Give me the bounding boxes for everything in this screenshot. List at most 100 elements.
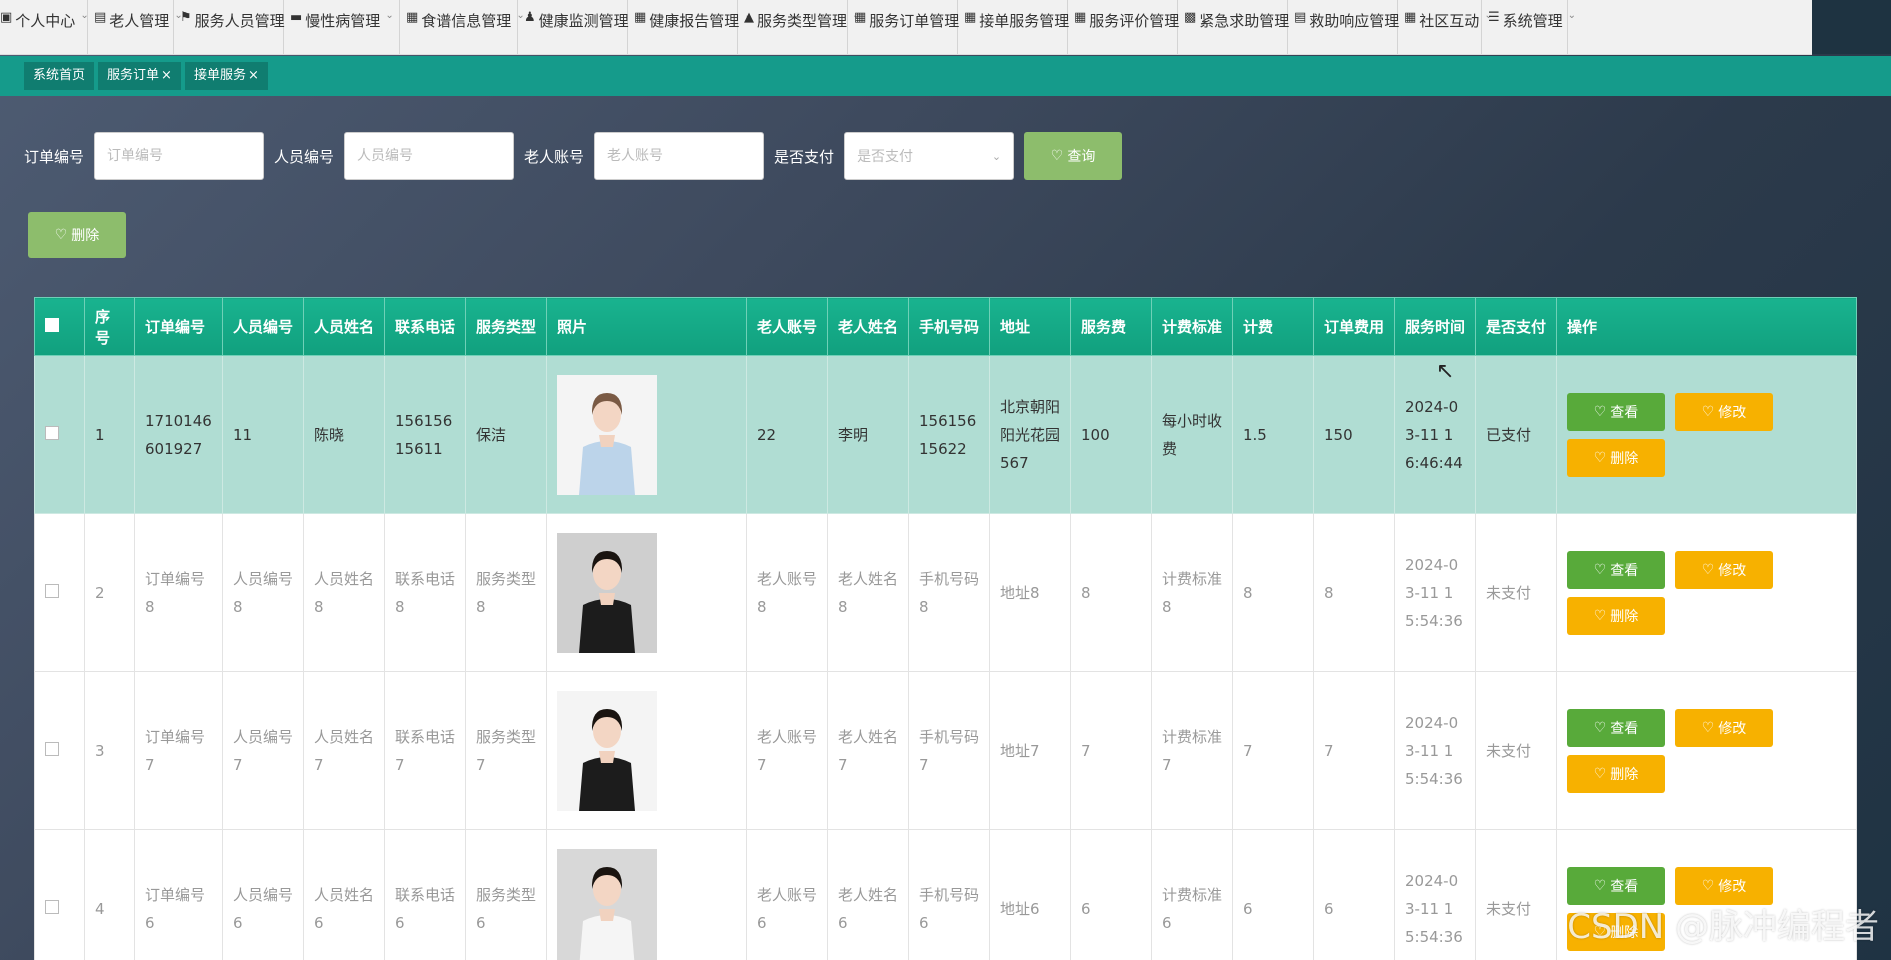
nav-item-label: 接单服务管理 — [979, 12, 1070, 30]
nav-item-12[interactable]: ▤ 救助响应管理 ⌄ — [1288, 0, 1413, 54]
staff-no-label: 人员编号 — [274, 147, 335, 166]
elder-account-label: 老人账号 — [524, 147, 585, 166]
delete-button[interactable]: ♡ 删除 — [1567, 596, 1665, 635]
heart-icon: ♡ — [1701, 877, 1715, 894]
nav-item-14[interactable]: ☰ 系统管理 ⌄ — [1482, 0, 1576, 54]
nav-item-10[interactable]: ▦ 服务评价管理 ⌄ — [1068, 0, 1193, 54]
nav-item-5[interactable]: ♟ 健康监测管理 ⌄ — [518, 0, 642, 54]
nav-item-8[interactable]: ▦ 服务订单管理 ⌄ — [848, 0, 973, 54]
close-icon[interactable]: × — [248, 68, 259, 83]
table-row[interactable]: 3 订单编号7 人员编号7 人员姓名7 联系电话7 服务类型7 老人账号7 老人姓名7 手机号码… — [34, 671, 1857, 830]
row-checkbox[interactable] — [45, 425, 59, 440]
cell-no: 1 — [84, 355, 135, 514]
delete-button[interactable]: ♡ 删除 — [1567, 754, 1665, 793]
edit-label: 修改 — [1718, 562, 1747, 579]
cell-standard: 每小时收费 — [1151, 355, 1233, 514]
cell-elder-name: 老人姓名8 — [827, 513, 909, 672]
batch-delete-button[interactable]: ♡ 删除 — [28, 212, 126, 258]
top-nav: ▣ 个人中心 ⌄ ▤ 老人管理 ⌄ ⚑ 服务人员管理 ⌄ ▬ 慢性病管理 ⌄ ▦ 食谱信息管理 ⌄ ♟ 健康监测… — [0, 0, 1812, 55]
row-select-cell — [34, 671, 85, 830]
column-header: 老人姓名 — [827, 297, 909, 356]
table-row[interactable]: 1 1710146601927 11 陈晓 15615615611 保洁 22 李明 15615… — [34, 355, 1857, 514]
delete-button[interactable]: ♡ 删除 — [1567, 438, 1665, 477]
cell-order-no: 订单编号6 — [134, 829, 223, 960]
view-label: 查看 — [1610, 562, 1639, 579]
tab-bar: 系统首页 服务订单 × 接单服务 × — [0, 56, 1891, 96]
cell-elder-account: 老人账号7 — [746, 671, 828, 830]
cell-staff-name: 陈晓 — [303, 355, 385, 514]
tab-1[interactable]: 服务订单 × — [98, 62, 181, 90]
cell-no: 3 — [84, 671, 135, 830]
view-label: 查看 — [1610, 404, 1639, 421]
heart-icon: ♡ — [1593, 607, 1607, 624]
watermark: CSDN @脉冲编程者 — [1567, 907, 1879, 947]
cell-fee: 8 — [1070, 513, 1152, 672]
column-header: 服务费 — [1070, 297, 1152, 356]
cell-staff-name: 人员姓名7 — [303, 671, 385, 830]
table-header-row: 序号 订单编号 人员编号 人员姓名 联系电话 服务类型 照片 老人账号 老人姓名 手机号码 地址 服务… — [34, 297, 1857, 356]
view-label: 查看 — [1610, 720, 1639, 737]
nav-item-1[interactable]: ▤ 老人管理 ⌄ — [88, 0, 183, 54]
order-no-input[interactable] — [94, 132, 265, 180]
column-header: 订单费用 — [1313, 297, 1395, 356]
flag-icon: ⚑ — [180, 10, 192, 25]
cell-elder-account: 老人账号6 — [746, 829, 828, 960]
view-button[interactable]: ♡ 查看 — [1567, 550, 1665, 589]
list-icon: ☰ — [1488, 10, 1500, 25]
column-header: 是否支付 — [1475, 297, 1557, 356]
table-row[interactable]: 2 订单编号8 人员编号8 人员姓名8 联系电话8 服务类型8 老人账号8 老人姓名8 手机号码… — [34, 513, 1857, 672]
nav-item-2[interactable]: ⚑ 服务人员管理 ⌄ — [174, 0, 298, 54]
nav-item-11[interactable]: ▩ 紧急求助管理 ⌄ — [1178, 0, 1303, 54]
nav-item-4[interactable]: ▦ 食谱信息管理 ⌄ — [400, 0, 525, 54]
photo-cell — [546, 513, 747, 672]
staff-no-input[interactable] — [344, 132, 515, 180]
view-label: 查看 — [1610, 878, 1639, 895]
close-icon[interactable]: × — [161, 68, 172, 83]
view-button[interactable]: ♡ 查看 — [1567, 708, 1665, 747]
row-checkbox[interactable] — [45, 741, 59, 756]
cell-address: 地址7 — [989, 671, 1071, 830]
cell-order-cost: 6 — [1313, 829, 1395, 960]
nav-item-label: 系统管理 — [1502, 12, 1563, 30]
select-all-checkbox[interactable] — [45, 317, 59, 332]
heart-icon: ♡ — [1593, 561, 1607, 578]
elder-account-input[interactable] — [594, 132, 765, 180]
grid-icon: ▦ — [964, 10, 977, 25]
tab-label: 服务订单 — [107, 68, 160, 83]
nav-item-9[interactable]: ▦ 接单服务管理 ⌄ — [958, 0, 1083, 54]
column-header: 照片 — [546, 297, 747, 356]
nav-item-6[interactable]: ▦ 健康报告管理 ⌄ — [628, 0, 753, 54]
cell-elder-account: 22 — [746, 355, 828, 514]
photo-woman-dark — [557, 532, 657, 653]
cell-service-type: 服务类型8 — [465, 513, 547, 672]
nav-item-0[interactable]: ▣ 个人中心 ⌄ — [0, 0, 89, 54]
column-header: 老人账号 — [746, 297, 828, 356]
query-button[interactable]: ♡ 查询 — [1024, 132, 1123, 180]
tab-2[interactable]: 接单服务 × — [184, 62, 268, 90]
paid-select[interactable]: 是否支付 ⌄ — [844, 132, 1015, 180]
nav-item-label: 服务类型管理 — [757, 12, 848, 30]
edit-button[interactable]: ♡ 修改 — [1675, 550, 1773, 589]
tab-0[interactable]: 系统首页 — [24, 62, 95, 90]
row-checkbox[interactable] — [45, 583, 59, 598]
chevron-down-icon: ⌄ — [991, 149, 1002, 163]
cell-staff-name: 人员姓名6 — [303, 829, 385, 960]
heart-icon: ♡ — [1593, 449, 1607, 466]
cell-mobile: 手机号码8 — [908, 513, 990, 672]
sign-icon: ▲ — [744, 10, 754, 25]
edit-button[interactable]: ♡ 修改 — [1675, 708, 1773, 747]
nav-item-13[interactable]: ▦ 社区互动 ⌄ — [1398, 0, 1493, 54]
paid-label: 是否支付 — [774, 147, 835, 166]
cell-address: 地址6 — [989, 829, 1071, 960]
chevron-down-icon: ⌄ — [1567, 10, 1577, 21]
column-header: 计费标准 — [1151, 297, 1233, 356]
nav-item-3[interactable]: ▬ 慢性病管理 ⌄ — [284, 0, 400, 54]
nav-item-7[interactable]: ▲ 服务类型管理 ⌄ — [738, 0, 860, 54]
cell-order-no: 订单编号8 — [134, 513, 223, 672]
cell-elder-account: 老人账号8 — [746, 513, 828, 672]
clipboard-icon: ▤ — [1294, 10, 1307, 25]
view-button[interactable]: ♡ 查看 — [1567, 392, 1665, 431]
row-checkbox[interactable] — [45, 899, 59, 914]
edit-button[interactable]: ♡ 修改 — [1675, 392, 1773, 431]
order-table: 序号 订单编号 人员编号 人员姓名 联系电话 服务类型 照片 老人账号 老人姓名 手机号码 地址 服务… — [34, 297, 1857, 960]
